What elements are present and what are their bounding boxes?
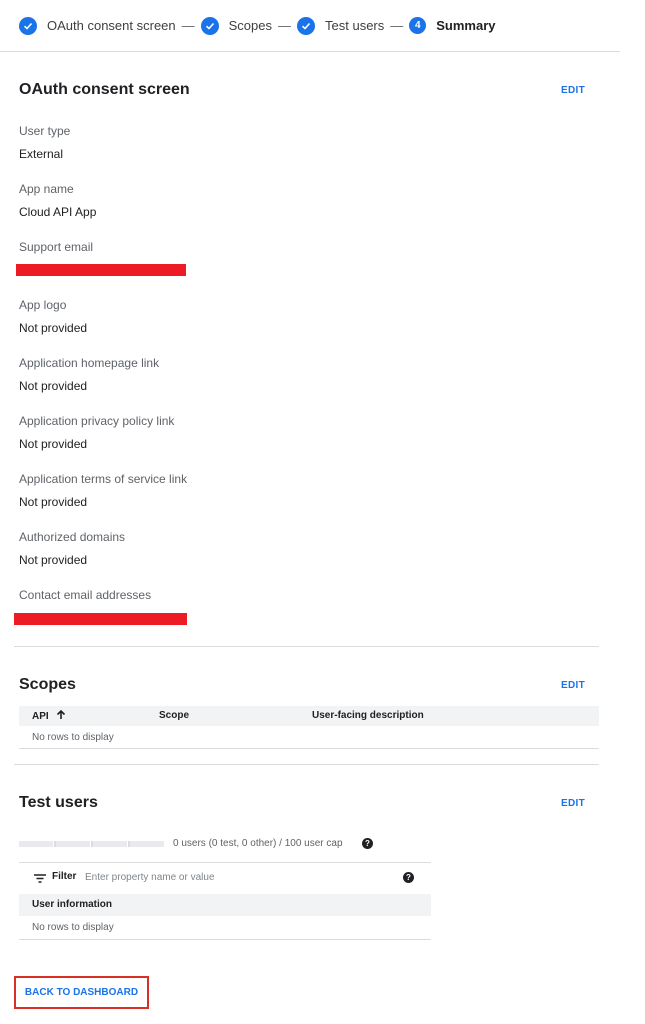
user-type-label: User type [19,124,71,138]
test-users-section-title: Test users [19,794,98,811]
app-logo-value: Not provided [19,321,88,335]
help-icon[interactable]: ? [403,872,414,883]
user-cap-progress-bar [19,841,165,847]
homepage-link-label: Application homepage link [19,356,160,370]
step-separator: — [390,18,404,33]
app-name-label: App name [19,182,74,196]
filter-bar: Filter ? [19,862,431,892]
user-cap-text: 0 users (0 test, 0 other) / 100 user cap [173,838,343,849]
step-separator: — [278,18,292,33]
app-name-value: Cloud API App [19,205,97,219]
step-scopes[interactable]: Scopes [200,16,273,35]
consent-edit-button[interactable]: EDIT [561,85,585,96]
terms-of-service-label: Application terms of service link [19,472,188,486]
step-label: OAuth consent screen [47,18,176,33]
check-circle-icon [297,16,316,35]
test-users-empty-row: No rows to display [19,917,431,940]
step-test-users[interactable]: Test users [297,16,385,35]
scopes-edit-button[interactable]: EDIT [561,680,585,691]
app-logo-label: App logo [19,298,67,312]
step-summary: 4 Summary [409,17,496,34]
back-to-dashboard-button[interactable]: BACK TO DASHBOARD [14,976,149,1009]
support-email-label: Support email [19,240,94,254]
contact-emails-label: Contact email addresses [19,588,152,602]
column-header-user-information[interactable]: User information [32,899,112,910]
help-icon[interactable]: ? [362,838,373,849]
arrow-up-icon [57,709,66,719]
user-type-value: External [19,147,64,161]
step-label: Summary [436,18,496,33]
support-email-redaction [16,264,186,276]
filter-input[interactable] [85,867,385,887]
scopes-empty-row: No rows to display [19,727,599,749]
stepper: OAuth consent screen — Scopes — Test use… [0,0,620,52]
test-users-edit-button[interactable]: EDIT [561,798,585,809]
step-number-badge: 4 [409,17,427,34]
section-divider [14,646,599,647]
step-oauth-consent[interactable]: OAuth consent screen [19,16,176,35]
empty-table-text: No rows to display [32,922,114,933]
step-label: Test users [325,18,385,33]
consent-section-title: OAuth consent screen [19,81,190,98]
column-header-description[interactable]: User-facing description [312,710,424,721]
filter-icon[interactable] [34,874,46,883]
contact-emails-redaction [14,613,187,625]
column-header-scope[interactable]: Scope [159,710,189,721]
check-circle-icon [19,16,37,35]
check-circle-icon [200,16,219,35]
authorized-domains-label: Authorized domains [19,530,126,544]
test-users-table-header: User information [19,894,431,916]
scopes-section-title: Scopes [19,676,76,693]
terms-of-service-value: Not provided [19,495,88,509]
scopes-table-header: API Scope User-facing description [19,706,599,726]
section-divider [14,764,599,765]
step-label: Scopes [228,18,273,33]
authorized-domains-value: Not provided [19,553,88,567]
privacy-policy-label: Application privacy policy link [19,414,175,428]
empty-table-text: No rows to display [32,732,114,743]
privacy-policy-value: Not provided [19,437,88,451]
column-header-label: API [32,711,49,722]
homepage-link-value: Not provided [19,379,88,393]
column-header-api[interactable]: API [32,709,66,722]
step-separator: — [181,18,195,33]
filter-label: Filter [52,871,77,882]
